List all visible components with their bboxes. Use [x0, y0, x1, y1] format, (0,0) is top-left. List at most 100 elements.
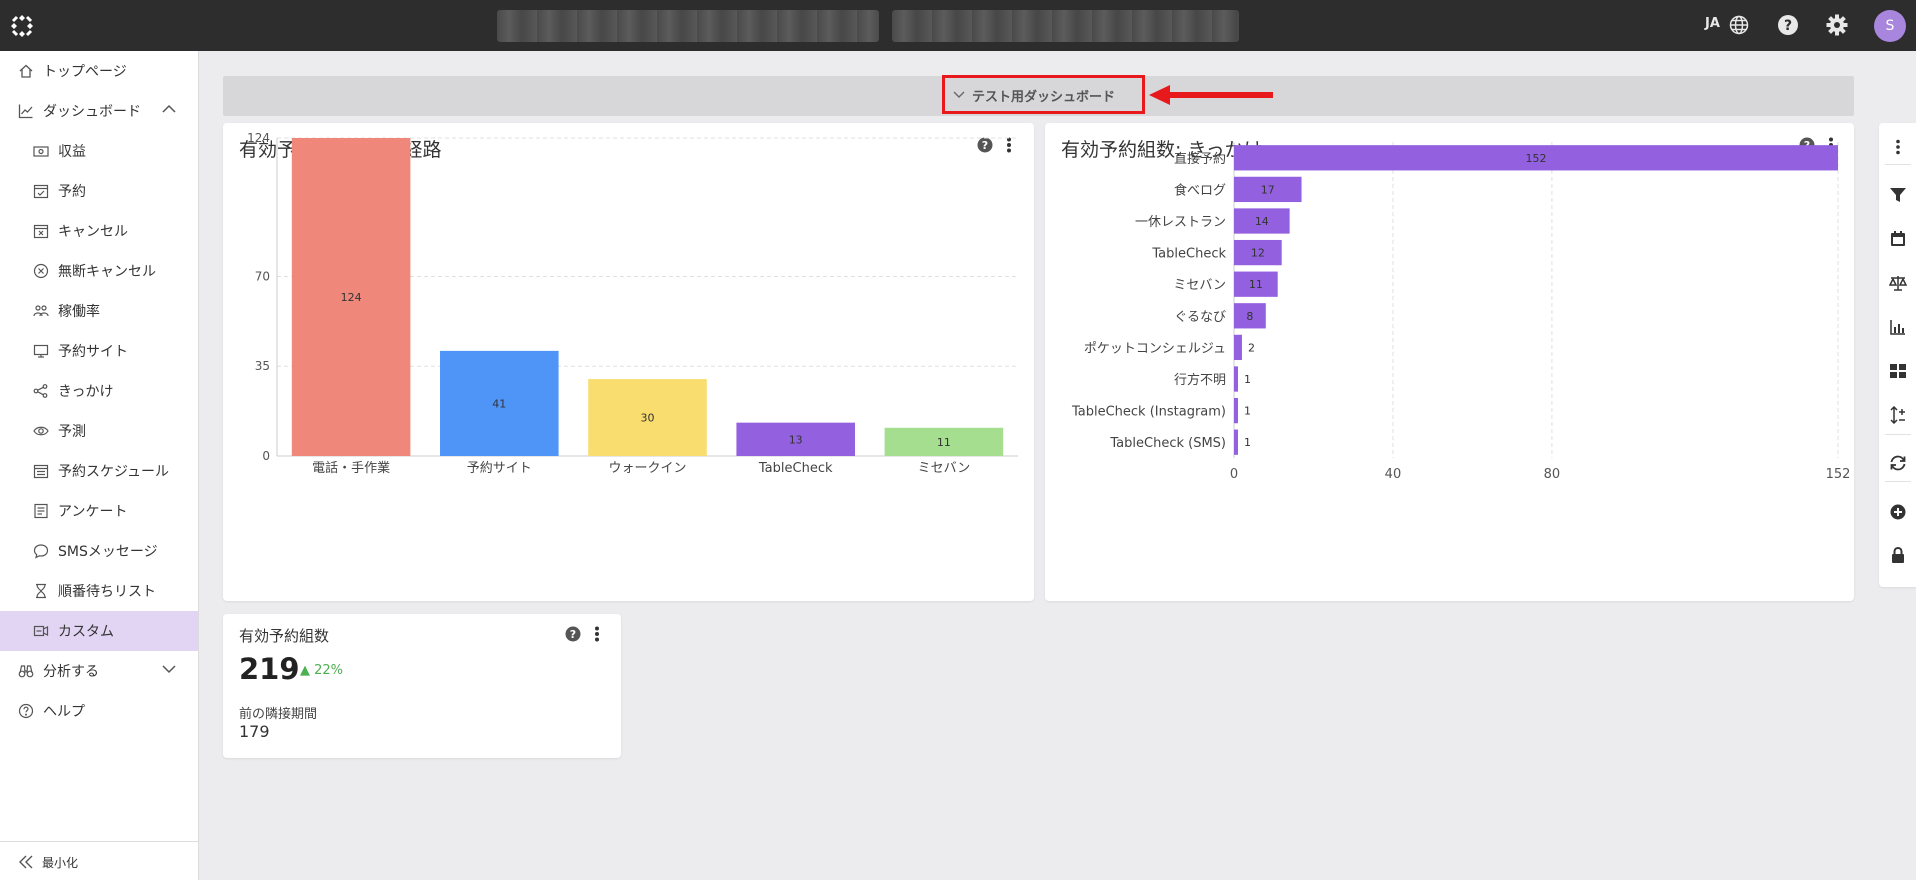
bar: [1234, 429, 1238, 455]
chart-card-trigger: 有効予約組数: きっかけ ? 04080152直接予約152食べログ17一休レス…: [1045, 123, 1854, 601]
height-adjust-icon[interactable]: [1889, 405, 1907, 425]
x-tick-label: 152: [1826, 467, 1851, 482]
sidebar-item-no-show[interactable]: 無断キャンセル: [0, 251, 198, 291]
y-tick-label: 0: [262, 449, 270, 463]
horizontal-bar-chart: 0 40 80 152 直接予約 152 食べログ 17 一休レストラン 14 TableCheck…: [1071, 142, 1851, 482]
chevron-up-icon[interactable]: [161, 101, 177, 121]
chat-icon: [33, 543, 49, 559]
y-tick-label: 35: [255, 359, 270, 373]
bar-value-label: 41: [492, 397, 506, 410]
y-tick-label: TableCheck: [1151, 247, 1226, 262]
double-chevron-left-icon: [18, 854, 34, 873]
bar-value-label: 14: [1255, 215, 1269, 228]
sidebar-item-analyze[interactable]: 分析する: [0, 651, 198, 691]
bar-chart-icon[interactable]: [1889, 318, 1907, 336]
sidebar-item-top-page[interactable]: トップページ: [0, 51, 198, 91]
sidebar-item-label: 分析する: [43, 664, 99, 680]
user-avatar[interactable]: S: [1874, 10, 1906, 42]
sidebar-item-sms[interactable]: SMSメッセージ: [0, 531, 198, 571]
eye-icon: [33, 423, 49, 439]
y-tick-label: 124: [247, 131, 270, 145]
kpi-delta: ▲ 22%: [300, 663, 343, 678]
kpi-delta-value: 22%: [314, 663, 344, 678]
sidebar-item-label: トップページ: [43, 64, 127, 80]
monitor-icon: [33, 343, 49, 359]
kpi-previous-value: 179: [239, 722, 270, 741]
sidebar-item-label: 予約スケジュール: [58, 464, 170, 480]
kpi-previous-label: 前の隣接期間: [239, 707, 318, 722]
globe-icon[interactable]: [1729, 15, 1749, 39]
filter-icon[interactable]: [1889, 186, 1907, 204]
sidebar-item-help[interactable]: ヘルプ: [0, 691, 198, 731]
dashboard-title-toggle[interactable]: テスト用ダッシュボード: [952, 86, 1115, 105]
scale-icon[interactable]: [1888, 274, 1908, 292]
chevron-down-icon[interactable]: [161, 661, 177, 681]
divider: [1885, 164, 1911, 165]
calendar-x-icon: [33, 223, 49, 239]
plus-circle-icon[interactable]: [1889, 503, 1907, 521]
x-tick-label: 40: [1385, 467, 1402, 482]
sidebar-item-revenue[interactable]: 収益: [0, 131, 198, 171]
sidebar-item-occupancy[interactable]: 稼働率: [0, 291, 198, 331]
sidebar-item-reservations[interactable]: 予約: [0, 171, 198, 211]
sidebar-minimize-button[interactable]: 最小化: [0, 841, 198, 880]
triangle-up-icon: ▲: [300, 663, 310, 678]
blurred-selector-2[interactable]: [892, 10, 1239, 42]
sidebar-item-forecast[interactable]: 予測: [0, 411, 198, 451]
bar: [1234, 334, 1242, 361]
kpi-title: 有効予約組数: [239, 627, 330, 645]
binoculars-icon: [18, 663, 34, 679]
sidebar-item-custom[interactable]: カスタム: [0, 611, 198, 651]
sidebar-item-trigger[interactable]: きっかけ: [0, 371, 198, 411]
bar-value-label: 2: [1248, 341, 1255, 354]
sidebar-item-cancel[interactable]: キャンセル: [0, 211, 198, 251]
circle-x-icon: [33, 263, 49, 279]
chevron-down-icon: [952, 87, 966, 105]
x-tick-label: 電話・手作業: [312, 460, 390, 476]
language-label[interactable]: JA: [1705, 16, 1720, 31]
bar-value-label: 1: [1244, 436, 1251, 449]
divider: [1885, 434, 1911, 435]
grid-layout-icon[interactable]: [1889, 362, 1907, 380]
y-tick-label: 行方不明: [1174, 372, 1226, 388]
blurred-selector-1[interactable]: [497, 10, 879, 42]
x-tick-label: ミセバン: [918, 461, 971, 476]
app-logo-icon[interactable]: [10, 14, 34, 38]
sidebar-item-label: ダッシュボード: [43, 104, 141, 120]
y-tick-label: 直接予約: [1174, 151, 1226, 167]
bar-value-label: 1: [1244, 405, 1251, 418]
more-vertical-icon[interactable]: [593, 626, 601, 646]
help-icon[interactable]: ?: [1777, 14, 1799, 40]
y-tick-label: 70: [255, 269, 270, 283]
survey-icon: [33, 503, 49, 519]
bar-value-label: 30: [641, 412, 655, 425]
y-tick-label: 食べログ: [1174, 182, 1226, 198]
vertical-bar-chart: 0 35 70 124 124 電話・手作業 41 予約サイト 30 ウォークイン 13 TableC…: [247, 131, 1018, 476]
sidebar-item-label: アンケート: [58, 504, 128, 520]
sidebar-item-dashboard[interactable]: ダッシュボード: [0, 91, 198, 131]
bar-value-label: 11: [937, 436, 951, 449]
sidebar-item-label: 予約サイト: [58, 344, 128, 360]
dashboard-title: テスト用ダッシュボード: [972, 90, 1116, 105]
sidebar-item-waitlist[interactable]: 順番待ちリスト: [0, 571, 198, 611]
top-bar: JA ? S: [0, 0, 1916, 51]
calendar-icon[interactable]: [1889, 230, 1907, 248]
sidebar-item-schedule[interactable]: 予約スケジュール: [0, 451, 198, 491]
lock-icon[interactable]: [1889, 546, 1907, 564]
sidebar-item-booking-sites[interactable]: 予約サイト: [0, 331, 198, 371]
sidebar-item-label: 収益: [58, 144, 86, 160]
x-tick-label: ウォークイン: [608, 461, 686, 476]
question-icon[interactable]: ?: [565, 626, 581, 646]
more-vertical-icon[interactable]: [1889, 138, 1907, 156]
schedule-icon: [33, 463, 49, 479]
gear-icon[interactable]: [1826, 14, 1848, 40]
x-tick-label: 0: [1230, 467, 1238, 482]
y-tick-label: 一休レストラン: [1135, 215, 1226, 230]
sidebar: トップページ ダッシュボード 収益 予約 キャンセル 無断キャンセル 稼働率 予…: [0, 51, 199, 880]
calendar-check-icon: [33, 183, 49, 199]
y-tick-label: TableCheck (Instagram): [1071, 405, 1226, 420]
refresh-icon[interactable]: [1889, 454, 1907, 472]
bar: [1234, 397, 1238, 424]
chart-card-main-channel: 有効予約組数: 主要経路 ? 03570124124電話・手作業41予約サイト3…: [223, 123, 1034, 601]
sidebar-item-survey[interactable]: アンケート: [0, 491, 198, 531]
